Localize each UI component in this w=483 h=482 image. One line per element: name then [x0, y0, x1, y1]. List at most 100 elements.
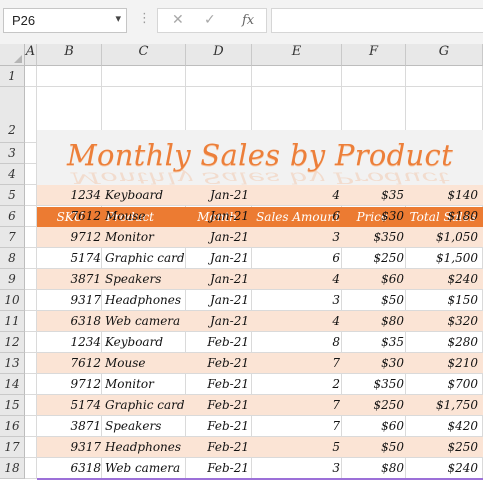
cell-product[interactable]: Speakers	[105, 272, 185, 286]
cell-product[interactable]: Monitor	[105, 377, 185, 391]
cell-total[interactable]: $240	[406, 272, 478, 286]
cell-product[interactable]: Web camera	[105, 461, 185, 475]
cell-month[interactable]: Feb-21	[186, 461, 249, 475]
enter-icon[interactable]: ✓	[204, 12, 216, 28]
cell-amount[interactable]: 7	[252, 356, 340, 370]
row-header-18[interactable]: 18	[0, 458, 25, 479]
cell-amount[interactable]: 4	[252, 272, 340, 286]
column-header-g[interactable]: G	[406, 44, 483, 66]
row-header-4[interactable]: 4	[0, 164, 25, 185]
grid-cell[interactable]	[25, 143, 37, 164]
grid-cell[interactable]	[25, 374, 37, 395]
cell-amount[interactable]: 3	[252, 293, 340, 307]
cell-price[interactable]: $30	[342, 356, 404, 370]
row-header-13[interactable]: 13	[0, 353, 25, 374]
select-all-corner[interactable]	[0, 44, 25, 66]
grid-cell[interactable]	[25, 437, 37, 458]
column-header-d[interactable]: D	[186, 44, 252, 66]
cell-price[interactable]: $60	[342, 419, 404, 433]
cell-total[interactable]: $180	[406, 209, 478, 223]
grid-cell[interactable]	[25, 353, 37, 374]
cell-month[interactable]: Feb-21	[186, 377, 249, 391]
row-header-16[interactable]: 16	[0, 416, 25, 437]
cell-total[interactable]: $280	[406, 335, 478, 349]
row-header-9[interactable]: 9	[0, 269, 25, 290]
cell-amount[interactable]: 7	[252, 398, 340, 412]
cell-product[interactable]: Web camera	[105, 314, 185, 328]
cell-total[interactable]: $250	[406, 440, 478, 454]
cell-sku[interactable]: 9317	[37, 440, 101, 454]
cancel-icon[interactable]: ✕	[172, 12, 184, 28]
cell-month[interactable]: Jan-21	[186, 314, 249, 328]
row-header-5[interactable]: 5	[0, 185, 25, 206]
row-header-8[interactable]: 8	[0, 248, 25, 269]
grid-cell[interactable]	[406, 66, 483, 87]
cell-sku[interactable]: 9712	[37, 377, 101, 391]
grid-cell[interactable]	[25, 311, 37, 332]
cell-sku[interactable]: 9712	[37, 230, 101, 244]
more-options-icon[interactable]: ⋮	[138, 11, 151, 26]
cell-sku[interactable]: 3871	[37, 419, 101, 433]
grid-cell[interactable]	[25, 290, 37, 311]
cell-total[interactable]: $320	[406, 314, 478, 328]
row-header-17[interactable]: 17	[0, 437, 25, 458]
cell-month[interactable]: Feb-21	[186, 356, 249, 370]
row-header-11[interactable]: 11	[0, 311, 25, 332]
grid-cell[interactable]	[25, 248, 37, 269]
cell-total[interactable]: $240	[406, 461, 478, 475]
cell-amount[interactable]: 5	[252, 440, 340, 454]
grid-cell[interactable]	[102, 66, 186, 87]
grid-cell[interactable]	[25, 185, 37, 206]
cell-sku[interactable]: 6318	[37, 314, 101, 328]
cell-product[interactable]: Mouse	[105, 356, 185, 370]
cell-amount[interactable]: 2	[252, 377, 340, 391]
cell-product[interactable]: Mouse	[105, 209, 185, 223]
cell-month[interactable]: Jan-21	[186, 230, 249, 244]
column-header-e[interactable]: E	[252, 44, 342, 66]
row-header-1[interactable]: 1	[0, 66, 25, 87]
cell-price[interactable]: $350	[342, 230, 404, 244]
row-header-12[interactable]: 12	[0, 332, 25, 353]
cell-total[interactable]: $1,750	[406, 398, 478, 412]
formula-input[interactable]	[271, 8, 483, 33]
cell-price[interactable]: $50	[342, 293, 404, 307]
grid-cell[interactable]	[25, 416, 37, 437]
grid-cell[interactable]	[25, 66, 37, 87]
cell-price[interactable]: $250	[342, 398, 404, 412]
grid-cell[interactable]	[37, 66, 102, 87]
cell-product[interactable]: Graphic card	[105, 398, 185, 412]
cell-amount[interactable]: 4	[252, 188, 340, 202]
row-header-10[interactable]: 10	[0, 290, 25, 311]
cell-sku[interactable]: 9317	[37, 293, 101, 307]
cell-month[interactable]: Jan-21	[186, 209, 249, 223]
chevron-down-icon[interactable]: ▾	[115, 12, 121, 25]
cell-price[interactable]: $50	[342, 440, 404, 454]
name-box[interactable]: P26 ▾	[3, 8, 127, 33]
grid-cell[interactable]	[25, 332, 37, 353]
grid-cell[interactable]	[25, 395, 37, 416]
column-header-b[interactable]: B	[37, 44, 102, 66]
grid-cell[interactable]	[25, 206, 37, 227]
column-header-c[interactable]: C	[102, 44, 186, 66]
cell-amount[interactable]: 3	[252, 230, 340, 244]
cell-price[interactable]: $80	[342, 461, 404, 475]
cell-price[interactable]: $35	[342, 335, 404, 349]
cell-amount[interactable]: 4	[252, 314, 340, 328]
cell-amount[interactable]: 6	[252, 251, 340, 265]
cell-month[interactable]: Feb-21	[186, 398, 249, 412]
grid-cell[interactable]	[252, 66, 342, 87]
cell-product[interactable]: Keyboard	[105, 335, 185, 349]
cell-sku[interactable]: 7612	[37, 209, 101, 223]
cell-month[interactable]: Jan-21	[186, 188, 249, 202]
cell-month[interactable]: Jan-21	[186, 293, 249, 307]
cell-product[interactable]: Keyboard	[105, 188, 185, 202]
cell-month[interactable]: Feb-21	[186, 335, 249, 349]
grid-cell[interactable]	[25, 458, 37, 479]
cell-product[interactable]: Monitor	[105, 230, 185, 244]
grid-cell[interactable]	[25, 164, 37, 185]
grid-cell[interactable]	[25, 87, 37, 143]
cell-total[interactable]: $420	[406, 419, 478, 433]
cell-product[interactable]: Speakers	[105, 419, 185, 433]
cell-sku[interactable]: 5174	[37, 398, 101, 412]
row-header-3[interactable]: 3	[0, 143, 25, 164]
